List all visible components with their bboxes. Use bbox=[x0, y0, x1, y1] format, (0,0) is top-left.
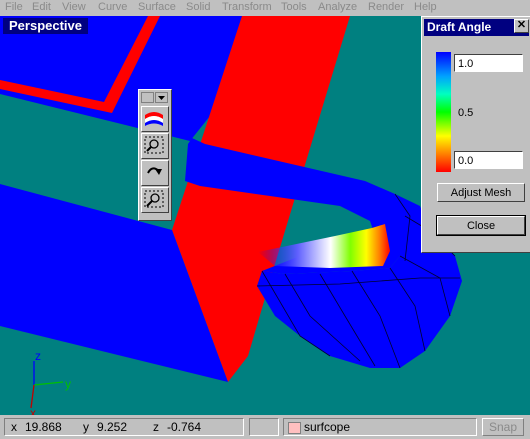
x-label: x bbox=[11, 420, 17, 434]
zoom-window-button[interactable] bbox=[141, 133, 169, 159]
y-value: 9.252 bbox=[97, 420, 128, 434]
axis-y-label: y bbox=[65, 377, 71, 391]
toolbar-grip[interactable] bbox=[141, 92, 168, 103]
menu-bar: File Edit View Curve Surface Solid Trans… bbox=[0, 0, 530, 16]
layer-color-swatch bbox=[288, 422, 301, 434]
close-icon[interactable]: ✕ bbox=[514, 19, 529, 33]
viewport-title[interactable]: Perspective bbox=[3, 18, 88, 34]
mid-value-label: 0.5 bbox=[458, 107, 474, 119]
status-spacer bbox=[249, 418, 279, 436]
draft-angle-button[interactable] bbox=[141, 106, 169, 132]
panel-title: Draft Angle bbox=[427, 20, 492, 34]
coordinate-readout: x 19.868 y 9.252 z -0.764 bbox=[4, 418, 244, 436]
draft-angle-icon bbox=[145, 112, 163, 126]
menu-analyze[interactable]: Analyze bbox=[318, 1, 357, 13]
undo-view-button[interactable] bbox=[141, 160, 169, 186]
z-label: z bbox=[153, 420, 159, 434]
layer-name: surfcope bbox=[304, 420, 351, 434]
menu-curve[interactable]: Curve bbox=[98, 1, 127, 13]
min-value-field[interactable]: 0.0 bbox=[454, 151, 523, 169]
close-button[interactable]: Close bbox=[436, 215, 526, 236]
menu-view[interactable]: View bbox=[62, 1, 86, 13]
toolbar-minimize-icon[interactable] bbox=[141, 92, 154, 103]
undo-view-icon bbox=[147, 167, 162, 175]
menu-help[interactable]: Help bbox=[414, 1, 437, 13]
toolbar-dropdown-icon[interactable] bbox=[155, 92, 168, 103]
color-scale-bar bbox=[436, 52, 451, 172]
x-value: 19.868 bbox=[25, 420, 62, 434]
axis-triad bbox=[30, 361, 64, 409]
max-value-field[interactable]: 1.0 bbox=[454, 54, 523, 72]
zoom-window-icon bbox=[144, 136, 164, 154]
status-bar: x 19.868 y 9.252 z -0.764 surfcope Snap bbox=[0, 415, 530, 439]
current-layer-field[interactable]: surfcope bbox=[283, 418, 477, 436]
menu-file[interactable]: File bbox=[5, 1, 23, 13]
snap-toggle[interactable]: Snap bbox=[482, 418, 524, 436]
menu-transform[interactable]: Transform bbox=[222, 1, 272, 13]
axis-z-label: z bbox=[35, 349, 41, 363]
menu-surface[interactable]: Surface bbox=[138, 1, 176, 13]
floating-toolbar bbox=[138, 89, 172, 221]
menu-edit[interactable]: Edit bbox=[32, 1, 51, 13]
menu-tools[interactable]: Tools bbox=[281, 1, 307, 13]
adjust-mesh-button[interactable]: Adjust Mesh bbox=[437, 183, 525, 202]
zoom-extents-icon bbox=[144, 190, 164, 208]
draft-angle-panel: Draft Angle ✕ 1.0 0.5 0.0 Adjust Mesh Cl… bbox=[421, 16, 530, 253]
y-label: y bbox=[83, 420, 89, 434]
menu-solid[interactable]: Solid bbox=[186, 1, 210, 13]
zoom-extents-button[interactable] bbox=[141, 187, 169, 213]
z-value: -0.764 bbox=[167, 420, 202, 434]
axis-x-label: x bbox=[30, 406, 36, 415]
menu-render[interactable]: Render bbox=[368, 1, 404, 13]
